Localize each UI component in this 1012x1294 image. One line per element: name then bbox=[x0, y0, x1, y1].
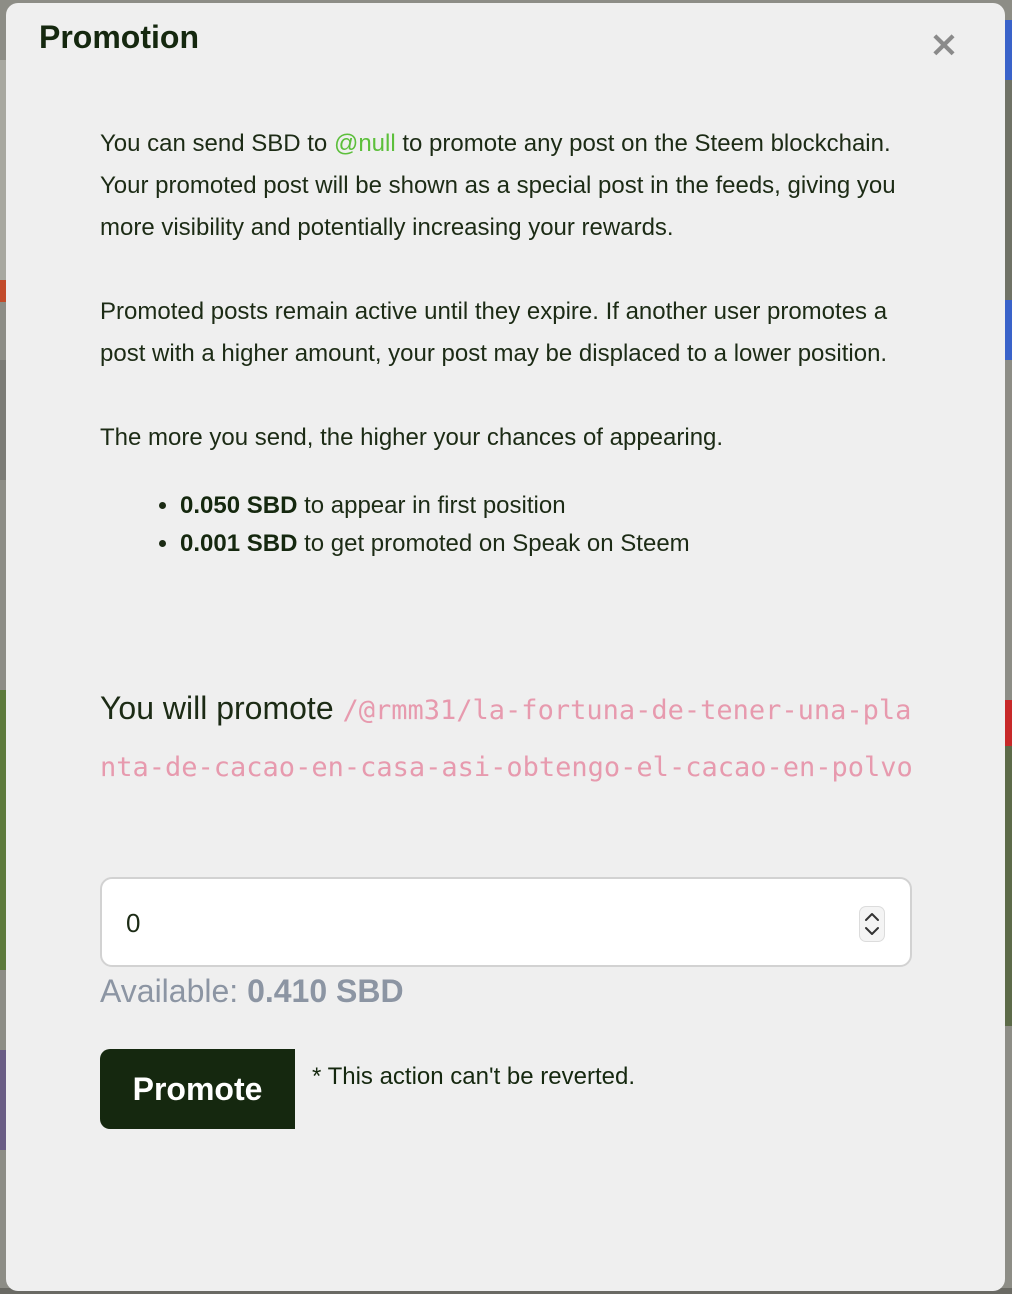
promote-button[interactable]: Promote bbox=[100, 1049, 295, 1129]
intro-paragraph-2: Promoted posts remain active until they … bbox=[100, 298, 888, 367]
promotion-tiers-list: 0.050 SBD to appear in first position 0.… bbox=[100, 487, 915, 563]
intro-paragraph-1: You can send SBD to @null to promote any… bbox=[100, 123, 915, 249]
null-account-link[interactable]: @null bbox=[334, 130, 396, 157]
list-item: 0.050 SBD to appear in first position bbox=[180, 487, 915, 525]
intro-paragraph-3: The more you send, the higher your chanc… bbox=[100, 424, 724, 451]
modal-body: You can send SBD to @null to promote any… bbox=[100, 123, 915, 563]
promotion-modal: Promotion × You can send SBD to @null to… bbox=[6, 3, 1005, 1291]
available-label: Available: bbox=[100, 973, 248, 1009]
promote-label: You will promote bbox=[100, 690, 343, 726]
list-item: 0.001 SBD to get promoted on Speak on St… bbox=[180, 525, 915, 563]
revert-warning: * This action can't be reverted. bbox=[312, 1063, 635, 1090]
tier-description: to get promoted on Speak on Steem bbox=[297, 530, 690, 557]
amount-field[interactable] bbox=[100, 877, 912, 967]
available-value: 0.410 SBD bbox=[247, 973, 404, 1009]
promote-target: You will promote /@rmm31/la-fortuna-de-t… bbox=[100, 681, 915, 795]
available-balance: Available: 0.410 SBD bbox=[100, 973, 404, 1010]
close-icon[interactable]: × bbox=[928, 27, 960, 63]
tier-amount: 0.050 SBD bbox=[180, 492, 298, 519]
tier-amount: 0.001 SBD bbox=[180, 530, 298, 557]
modal-title: Promotion bbox=[39, 19, 199, 55]
tier-description: to appear in first position bbox=[297, 492, 566, 519]
stepper-arrows-icon[interactable] bbox=[860, 907, 884, 941]
amount-input[interactable] bbox=[124, 879, 828, 967]
quantity-stepper[interactable] bbox=[860, 907, 884, 941]
intro-text: You can send SBD to bbox=[100, 130, 334, 157]
